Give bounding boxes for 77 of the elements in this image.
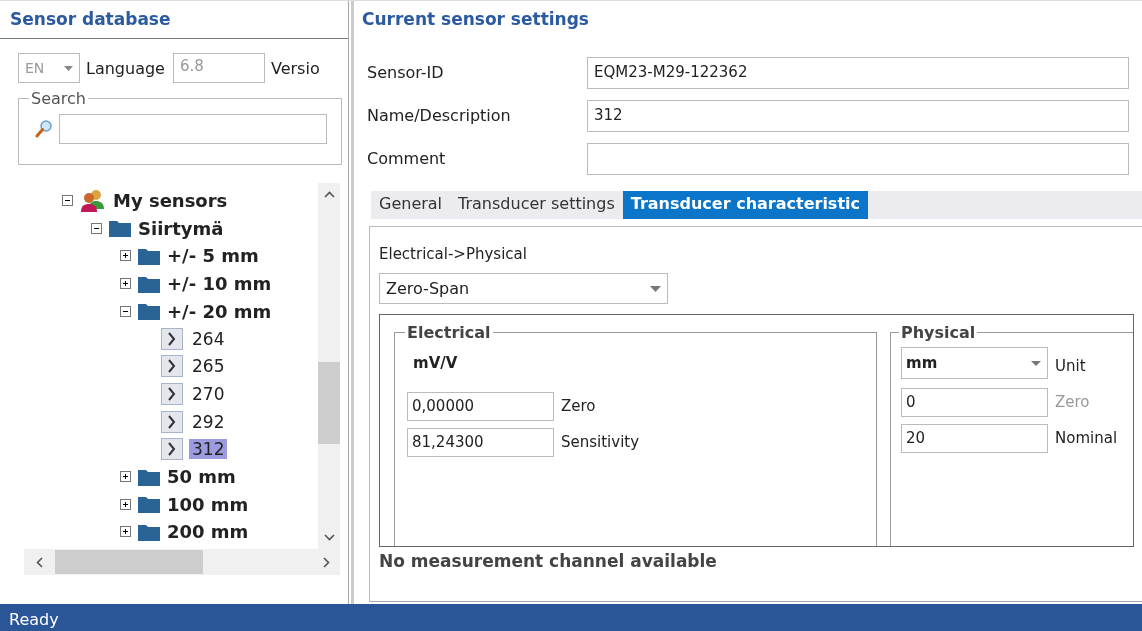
unit-dropdown[interactable]: mm — [901, 347, 1048, 379]
chevron-icon — [161, 355, 183, 378]
folder-icon — [109, 219, 131, 238]
scroll-thumb[interactable] — [55, 550, 203, 574]
chevron-icon — [161, 438, 183, 461]
scroll-down-icon[interactable] — [323, 534, 335, 541]
tree-item[interactable]: 312 — [189, 439, 228, 460]
tree-item[interactable]: 50 mm — [167, 466, 236, 488]
chevron-icon — [161, 382, 183, 405]
conversion-label: Electrical->Physical — [379, 245, 528, 263]
tab[interactable]: Transducer settings — [450, 191, 623, 219]
group-legend: Electrical — [405, 323, 493, 342]
collapse-icon[interactable] — [91, 222, 102, 234]
tree-item[interactable]: 292 — [189, 411, 228, 432]
collapse-icon[interactable] — [120, 305, 131, 317]
tab[interactable]: General — [371, 191, 451, 219]
tree-item[interactable]: 100 mm — [167, 493, 249, 515]
version-label: Versio — [270, 58, 320, 78]
chevron-icon — [161, 327, 183, 350]
expand-icon[interactable] — [120, 250, 131, 262]
tab[interactable]: Transducer characteristic — [622, 191, 868, 219]
users-icon — [80, 188, 106, 213]
search-field[interactable] — [59, 114, 327, 144]
horizontal-scrollbar[interactable] — [24, 549, 340, 575]
folder-icon — [138, 467, 160, 486]
field-label: Name/Description — [367, 106, 512, 125]
chevron-icon — [161, 410, 183, 433]
group-legend: Physical — [899, 323, 978, 342]
scroll-thumb[interactable] — [318, 362, 340, 444]
value-label: Zero — [561, 397, 596, 415]
folder-icon — [138, 495, 160, 514]
folder-icon — [138, 302, 160, 321]
caret-icon — [1031, 360, 1041, 366]
value-field[interactable]: 0,00000 — [407, 391, 554, 421]
language-label: Language — [86, 58, 165, 78]
scroll-right-icon[interactable] — [323, 556, 330, 568]
value-field[interactable]: 81,24300 — [407, 427, 554, 457]
status-text: Ready — [9, 610, 59, 629]
text-field[interactable] — [587, 142, 1129, 175]
text-field[interactable]: EQM23-M29-122362 — [587, 56, 1129, 89]
value-label: Zero — [1055, 393, 1090, 411]
folder-icon — [138, 522, 160, 541]
vertical-scrollbar[interactable] — [318, 183, 340, 549]
caret-icon — [64, 65, 73, 71]
folder-icon — [138, 274, 160, 293]
folder-icon — [138, 247, 160, 265]
tree-item[interactable]: +/- 10 mm — [167, 273, 272, 295]
field-label: Comment — [367, 149, 447, 168]
tree-item[interactable]: My sensors — [113, 190, 228, 212]
value-field[interactable]: 20 — [901, 423, 1048, 453]
expand-icon[interactable] — [120, 278, 131, 290]
field-label: Sensor-ID — [367, 63, 445, 82]
expand-icon[interactable] — [120, 526, 131, 538]
panel-title: Current sensor settings — [361, 8, 590, 31]
value-label: Nominal — [1055, 429, 1118, 447]
text-field[interactable]: 312 — [587, 99, 1129, 132]
status-message: No measurement channel available — [379, 551, 718, 571]
tree-item[interactable]: Siirtymä — [138, 217, 224, 239]
tree-item[interactable]: 265 — [189, 356, 228, 377]
value-label: Sensitivity — [561, 433, 640, 451]
tree-item[interactable]: 264 — [189, 328, 228, 349]
search-legend: Search — [29, 89, 88, 108]
value-label: Unit — [1055, 357, 1086, 375]
tree-item[interactable]: +/- 5 mm — [167, 245, 259, 267]
scroll-up-icon[interactable] — [323, 191, 335, 198]
expand-icon[interactable] — [120, 498, 131, 510]
panel-title: Sensor database — [0, 1, 348, 39]
collapse-icon[interactable] — [62, 195, 73, 207]
unit-label: mV/V — [413, 354, 459, 372]
caret-icon — [650, 285, 661, 292]
scroll-left-icon[interactable] — [36, 556, 43, 568]
expand-icon[interactable] — [120, 471, 131, 483]
conversion-dropdown[interactable]: Zero-Span — [379, 273, 668, 304]
tree-item[interactable]: 270 — [189, 383, 228, 404]
search-icon — [35, 119, 53, 139]
tree-item[interactable]: +/- 20 mm — [167, 300, 272, 322]
tree-item[interactable]: 200 mm — [167, 521, 249, 543]
